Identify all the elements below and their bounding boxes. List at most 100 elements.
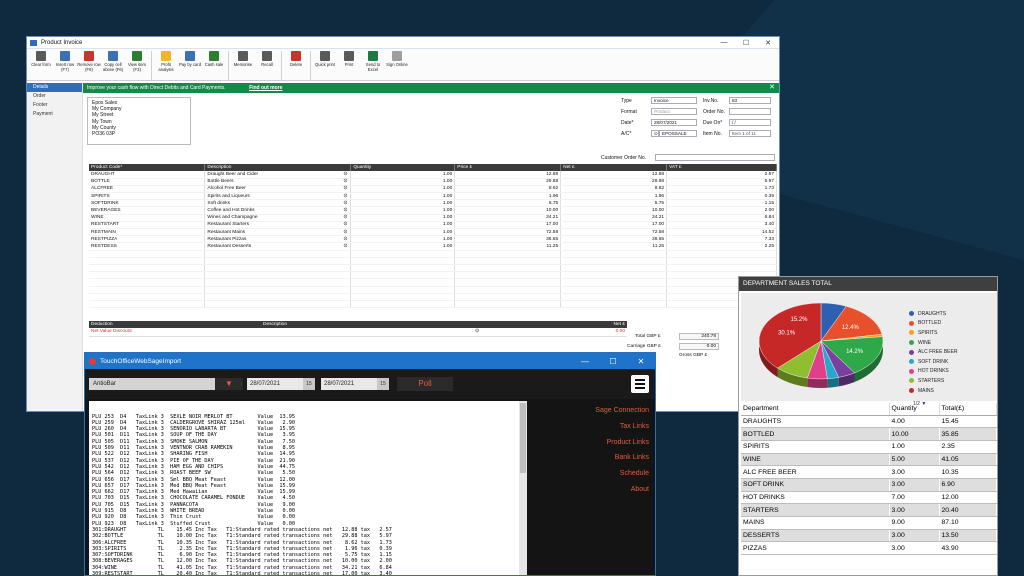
grid-cell[interactable] xyxy=(89,264,206,273)
grid-cell[interactable]: ⊙ 1.00 xyxy=(343,171,456,179)
link-schedule[interactable]: Schedule xyxy=(595,466,649,482)
grid-cell[interactable] xyxy=(560,286,668,294)
maximize-button[interactable]: ☐ xyxy=(735,39,757,47)
grid-cell[interactable] xyxy=(89,278,206,287)
ribbon-button-10[interactable]: Delete xyxy=(284,51,308,80)
ribbon-button-0[interactable]: Clear form xyxy=(29,51,53,80)
table-row[interactable]: DRAUGHT Draught Beer and Cider ⊙ 1.00 12.88 1… xyxy=(89,171,777,179)
grid-col-header-3[interactable]: Price £ xyxy=(454,164,562,171)
table-row[interactable] xyxy=(89,271,777,280)
import-log[interactable]: PLU 253 D4 TaxLink 3 SEXLE NOIR MERLOT B… xyxy=(89,401,527,575)
import-maximize-button[interactable]: ☐ xyxy=(599,357,627,366)
grid-cell[interactable]: 10.00 xyxy=(454,206,562,215)
grid-cell[interactable]: ⊙ 1.00 xyxy=(343,221,456,230)
legend-entry[interactable]: DRAUGHTS xyxy=(909,309,957,319)
grid-cell[interactable]: RESTSTART xyxy=(89,221,206,230)
nav-item-payment[interactable]: Payment xyxy=(27,110,82,119)
address-box[interactable]: Epos Sales My Company My Street My Town My C… xyxy=(87,97,191,145)
grid-cell[interactable] xyxy=(454,257,562,265)
grid-cell[interactable]: 0.39 xyxy=(666,192,777,201)
legend-entry[interactable]: MAINS xyxy=(909,386,957,396)
find-out-more-link[interactable]: Find out more xyxy=(249,85,282,91)
grid-cell[interactable]: 1.73 xyxy=(666,185,777,194)
grid-cell[interactable] xyxy=(204,264,352,273)
table-row[interactable]: WINE 5.00 41.05 xyxy=(741,453,997,467)
grid-cell[interactable] xyxy=(204,293,352,301)
ribbon-button-3[interactable]: Copy cell above (F6) xyxy=(101,51,125,80)
site-select[interactable]: AntioBar xyxy=(89,378,215,390)
grid-cell[interactable]: 5.75 xyxy=(454,199,562,208)
grid-cell[interactable]: 34.21 xyxy=(454,214,562,222)
import-close-button[interactable]: ✕ xyxy=(627,357,655,366)
date-from-calendar-icon[interactable]: 15 xyxy=(303,378,315,390)
legend-entry[interactable]: BOTTLED xyxy=(909,319,957,329)
row-lookup-icon[interactable]: ⊙ xyxy=(343,186,347,191)
grid-cell[interactable]: 34.21 xyxy=(560,214,668,222)
grid-cell[interactable]: 14.52 xyxy=(666,228,777,237)
grid-cell[interactable]: SPIRITS xyxy=(89,192,206,201)
grid-cell[interactable] xyxy=(454,293,562,301)
grid-cell[interactable] xyxy=(204,271,352,280)
row-lookup-icon[interactable]: ⊙ xyxy=(343,172,347,177)
grid-cell[interactable]: ALCFREE xyxy=(89,185,206,194)
grid-cell[interactable]: 36.65 xyxy=(560,235,668,244)
import-minimize-button[interactable]: — xyxy=(571,357,599,366)
grid-cell[interactable]: 36.65 xyxy=(454,235,562,244)
banner-close-icon[interactable]: ✕ xyxy=(769,83,775,93)
ribbon-button-12[interactable]: Print xyxy=(337,51,361,80)
grid-cell[interactable] xyxy=(89,300,206,309)
grid-cell[interactable] xyxy=(560,264,668,273)
grid-cell[interactable] xyxy=(89,271,206,280)
grid-cell[interactable]: WINE xyxy=(89,214,206,222)
grid-cell[interactable] xyxy=(350,271,456,280)
legend-entry[interactable]: HOT DRINKS xyxy=(909,367,957,377)
grid-cell[interactable]: ⊙ 1.00 xyxy=(343,242,456,251)
grid-cell[interactable] xyxy=(560,278,668,287)
row-lookup-icon[interactable]: ⊙ xyxy=(343,201,347,206)
grid-cell[interactable]: BOTTLE xyxy=(89,178,206,186)
hamburger-menu-icon[interactable] xyxy=(631,375,649,393)
grid-cell[interactable] xyxy=(89,293,206,301)
table-row[interactable]: ALC FREE BEER 3.00 10.35 xyxy=(741,465,997,479)
grid-cell[interactable]: 17.00 xyxy=(560,221,668,230)
grid-cell[interactable] xyxy=(89,257,206,265)
grid-cell[interactable] xyxy=(350,293,456,301)
grid-cell[interactable] xyxy=(560,300,668,309)
nav-item-footer[interactable]: Footer xyxy=(27,101,82,110)
grid-cell[interactable]: 12.88 xyxy=(454,171,562,179)
link-product-links[interactable]: Product Links xyxy=(595,435,649,451)
grid-cell[interactable]: ⊙ 1.00 xyxy=(343,199,456,208)
grid-cell[interactable]: Coffee and Hot Drinks xyxy=(204,206,352,215)
date-to-field[interactable]: 28/07/2021 xyxy=(321,378,377,390)
grid-cell[interactable] xyxy=(454,286,562,294)
grid-col-header-0[interactable]: Product Code* xyxy=(89,164,206,171)
table-row[interactable]: MAINS 9.00 87.10 xyxy=(741,516,997,530)
log-scrollbar[interactable] xyxy=(519,401,527,575)
row-lookup-icon[interactable]: ⊙ xyxy=(343,230,347,235)
grid-cell[interactable]: DRAUGHT xyxy=(89,171,206,179)
table-row[interactable]: RESTMAIN Restaurant Mains ⊙ 1.00 72.58 72.58 1… xyxy=(89,228,777,237)
table-row[interactable]: SOFTDRINK Soft drinks ⊙ 1.00 5.75 5.75 1.15 xyxy=(89,199,777,208)
table-row[interactable]: RESTPIZZA Restaurant Pizzas ⊙ 1.00 36.65 36.6… xyxy=(89,235,777,244)
table-row[interactable]: SPIRITS Spirits and Liqueurs ⊙ 1.00 1.96 1.96… xyxy=(89,192,777,201)
ribbon-button-5[interactable]: Profit analysis xyxy=(154,51,178,80)
grid-cell[interactable]: Restaurant Pizzas xyxy=(204,235,352,244)
legend-entry[interactable]: STARTERS xyxy=(909,376,957,386)
site-dropdown-icon[interactable]: ▼ xyxy=(215,378,243,390)
grid-cell[interactable]: Bottle Beers xyxy=(204,178,352,186)
ribbon-button-8[interactable]: Memorise xyxy=(231,51,255,80)
grid-cell[interactable]: 5.97 xyxy=(666,178,777,186)
nav-item-details[interactable]: Details xyxy=(27,83,82,92)
carriage-value[interactable]: 0.00 xyxy=(679,343,719,350)
grid-cell[interactable] xyxy=(350,278,456,287)
table-row[interactable]: PIZZAS 3.00 43.90 xyxy=(741,541,997,556)
grid-cell[interactable]: RESTMAIN xyxy=(89,228,206,237)
link-sage-connection[interactable]: Sage Connection xyxy=(595,403,649,419)
legend-entry[interactable]: SOFT DRINK xyxy=(909,357,957,367)
grid-cell[interactable]: BEVERAGES xyxy=(89,206,206,215)
deduction-row[interactable]: Net Value Discount ⊙ 0.00 xyxy=(89,328,627,337)
link-about[interactable]: About xyxy=(595,482,649,498)
ribbon-button-6[interactable]: Pay by card xyxy=(178,51,202,80)
due-on-field[interactable]: / / xyxy=(729,119,771,126)
legend-entry[interactable]: WINE xyxy=(909,338,957,348)
